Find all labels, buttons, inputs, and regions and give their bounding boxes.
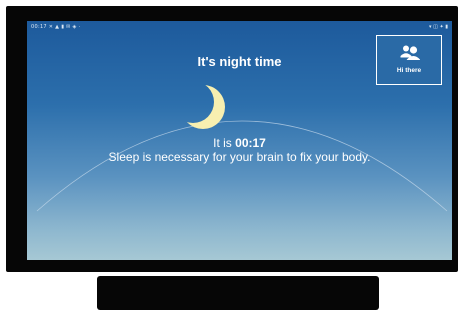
device-frame: 00:17 ✕ ▲ ▮ ✉ ◈ · ▾ ◫ ✦ ▮ It's night tim… — [6, 6, 458, 272]
current-time-line: It is 00:17 — [27, 136, 452, 150]
time-prefix: It is — [213, 136, 236, 150]
profile-button[interactable]: Hi there — [376, 35, 442, 85]
moon-icon — [181, 85, 225, 129]
profile-label: Hi there — [396, 67, 422, 74]
current-time: 00:17 — [235, 136, 266, 150]
sleep-message: Sleep is necessary for your brain to fix… — [108, 150, 371, 164]
screen: 00:17 ✕ ▲ ▮ ✉ ◈ · ▾ ◫ ✦ ▮ It's night tim… — [27, 21, 452, 260]
device-stand — [97, 276, 379, 310]
users-icon — [400, 45, 420, 60]
